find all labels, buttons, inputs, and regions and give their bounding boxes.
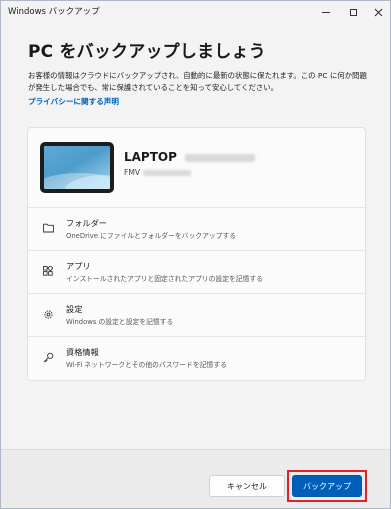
- highlight-frame: [287, 470, 367, 502]
- key-icon: [42, 351, 54, 363]
- folder-icon: [42, 222, 54, 234]
- backup-panel: LAPTOP FMV フォルダー OneDrive にファイルとフォルダーをバッ…: [27, 127, 366, 381]
- maximize-icon: [349, 8, 357, 16]
- gear-icon: [42, 308, 54, 320]
- description-text: お客様の情報はクラウドにバックアップされ、自動的に最新の状態に保たれます。この …: [28, 71, 367, 92]
- laptop-icon: [40, 142, 114, 193]
- redacted-name: [184, 153, 255, 162]
- backup-window: Windows バックアップ PC をバックアップしましょう お客様の情報はクラ…: [0, 0, 391, 509]
- device-model: FMV: [124, 168, 192, 177]
- cancel-button[interactable]: キャンセル: [209, 475, 285, 497]
- close-button[interactable]: [365, 1, 391, 23]
- item-description: Wi-Fi ネットワークとその他のパスワードを記憶する: [66, 361, 227, 369]
- item-label: アプリ: [66, 261, 91, 271]
- backup-item-credentials: 資格情報 Wi-Fi ネットワークとその他のパスワードを記憶する: [28, 337, 365, 380]
- item-description: インストールされたアプリと固定されたアプリの設定を記憶する: [66, 275, 263, 283]
- apps-icon: [42, 265, 54, 277]
- device-name-text: LAPTOP: [124, 150, 177, 164]
- item-label: フォルダー: [66, 218, 107, 228]
- window-title: Windows バックアップ: [8, 7, 100, 17]
- backup-item-apps: アプリ インストールされたアプリと固定されたアプリの設定を記憶する: [28, 251, 365, 294]
- title-bar: Windows バックアップ: [1, 1, 390, 23]
- item-label: 資格情報: [66, 347, 99, 357]
- device-name: LAPTOP: [124, 150, 255, 164]
- laptop-screen: [44, 146, 110, 189]
- item-description: OneDrive にファイルとフォルダーをバックアップする: [66, 232, 237, 240]
- minimize-icon: [322, 11, 330, 13]
- item-description: Windows の設定と設定を記憶する: [66, 318, 174, 326]
- device-model-text: FMV: [124, 168, 141, 177]
- item-label: 設定: [66, 304, 83, 314]
- close-icon: [374, 8, 382, 16]
- minimize-button[interactable]: [313, 1, 339, 23]
- device-info: LAPTOP FMV: [28, 128, 365, 208]
- maximize-button[interactable]: [340, 1, 366, 23]
- redacted-model: [143, 170, 192, 176]
- privacy-link[interactable]: プライバシーに関する声明: [28, 96, 119, 107]
- backup-item-folders: フォルダー OneDrive にファイルとフォルダーをバックアップする: [28, 208, 365, 251]
- page-title: PC をバックアップしましょう: [28, 42, 266, 62]
- backup-item-settings: 設定 Windows の設定と設定を記憶する: [28, 294, 365, 337]
